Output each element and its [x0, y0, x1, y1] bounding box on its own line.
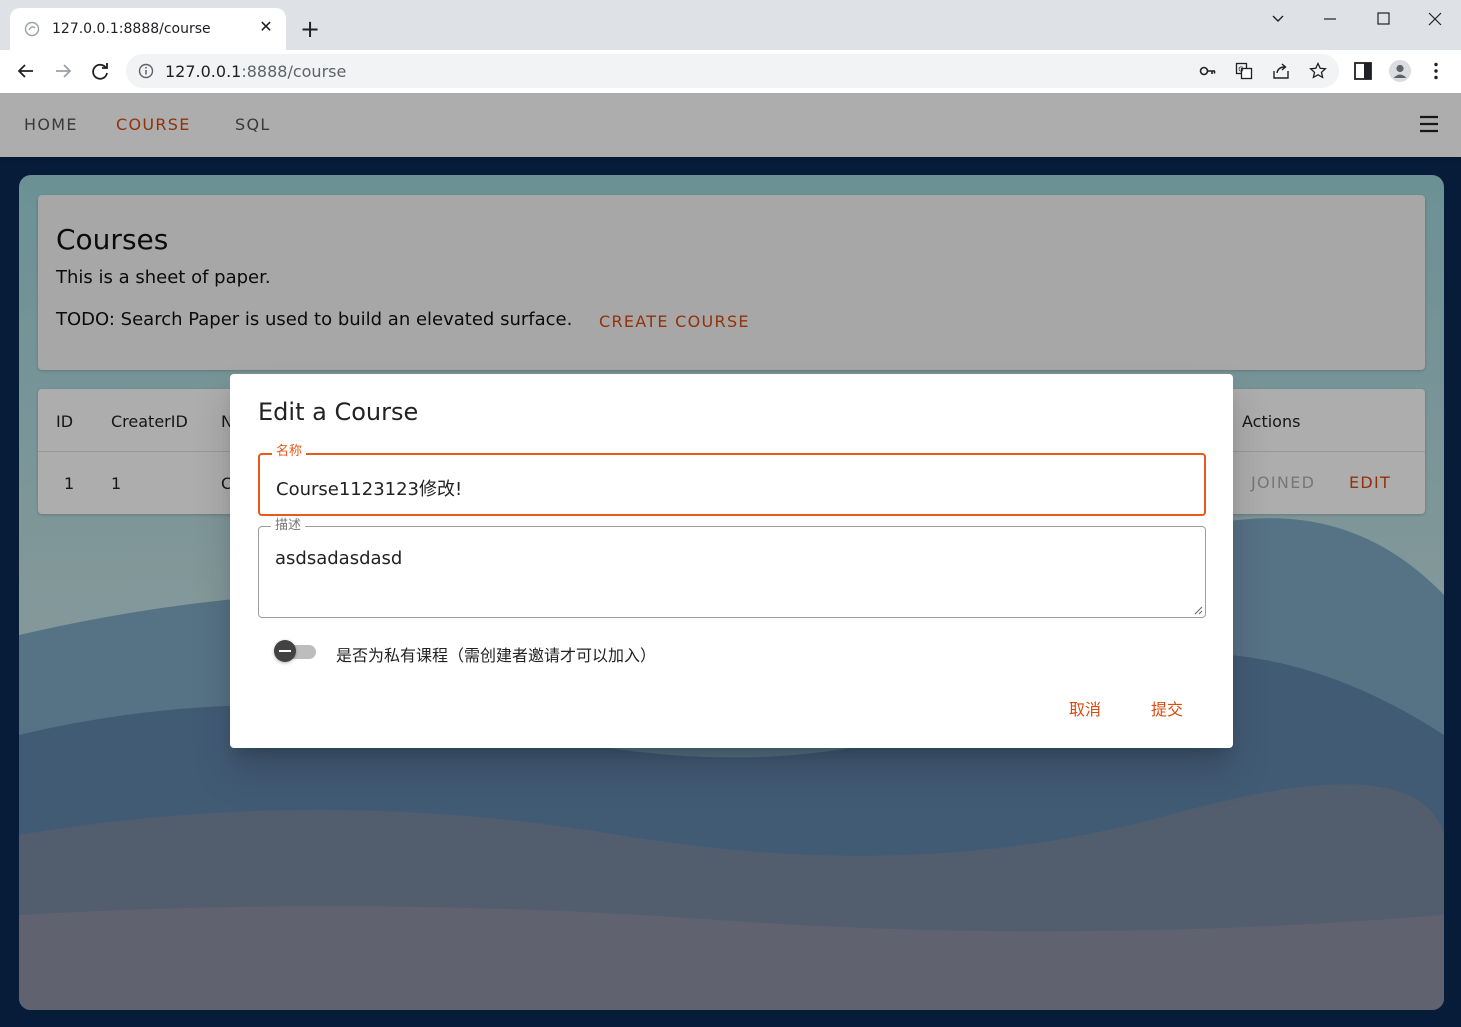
- close-window-icon[interactable]: [1423, 8, 1447, 30]
- maximize-icon[interactable]: [1371, 8, 1395, 30]
- profile-avatar-icon[interactable]: [1389, 60, 1411, 82]
- url-text[interactable]: 127.0.0.1:8888/course: [165, 62, 346, 81]
- page-viewport: HOME COURSE SQL Courses This is a sheet …: [0, 93, 1461, 1027]
- dialog-title: Edit a Course: [258, 398, 419, 426]
- address-bar[interactable]: 127.0.0.1:8888/course G: [126, 54, 1339, 88]
- course-name-label: 名称: [272, 444, 307, 460]
- resize-grip-icon[interactable]: [1193, 605, 1203, 615]
- course-name-field[interactable]: 名称 Course1123123修改!: [258, 444, 1206, 516]
- url-path: :8888/course: [241, 62, 347, 81]
- course-name-input[interactable]: Course1123123修改!: [276, 475, 462, 501]
- side-panel-icon[interactable]: [1352, 60, 1374, 82]
- edit-course-dialog: Edit a Course 名称 Course1123123修改! 描述 asd…: [230, 374, 1233, 748]
- svg-text:G: G: [1238, 66, 1243, 74]
- cancel-button[interactable]: 取消: [1069, 696, 1101, 720]
- browser-tab[interactable]: 127.0.0.1:8888/course ✕: [10, 8, 286, 50]
- back-icon[interactable]: [13, 58, 39, 84]
- new-tab-icon[interactable]: +: [298, 17, 322, 42]
- course-description-field[interactable]: 描述 asdsadasdasd: [258, 518, 1206, 618]
- bookmark-star-icon[interactable]: [1309, 62, 1327, 80]
- browser-menu-icon[interactable]: [1425, 60, 1447, 82]
- private-course-label: 是否为私有课程（需创建者邀请才可以加入）: [336, 646, 657, 665]
- browser-toolbar: 127.0.0.1:8888/course G: [0, 50, 1461, 93]
- course-description-input[interactable]: asdsadasdasd: [275, 548, 402, 569]
- tab-close-icon[interactable]: ✕: [256, 17, 276, 37]
- forward-icon[interactable]: [50, 58, 76, 84]
- tab-title: 127.0.0.1:8888/course: [52, 21, 211, 37]
- minimize-icon[interactable]: [1318, 8, 1342, 30]
- key-icon[interactable]: [1199, 62, 1217, 80]
- course-description-label: 描述: [271, 518, 306, 534]
- browser-tab-strip: 127.0.0.1:8888/course ✕ +: [0, 0, 1461, 50]
- toggle-thumb: [274, 640, 296, 662]
- url-host: 127.0.0.1: [165, 62, 242, 81]
- site-info-icon[interactable]: [138, 63, 154, 79]
- submit-button[interactable]: 提交: [1151, 696, 1183, 720]
- tab-search-icon[interactable]: [1266, 8, 1290, 30]
- share-icon[interactable]: [1272, 62, 1290, 80]
- translate-icon[interactable]: G: [1235, 62, 1253, 80]
- private-course-toggle[interactable]: [274, 640, 316, 662]
- site-favicon-icon: [24, 21, 40, 37]
- reload-icon[interactable]: [87, 58, 113, 84]
